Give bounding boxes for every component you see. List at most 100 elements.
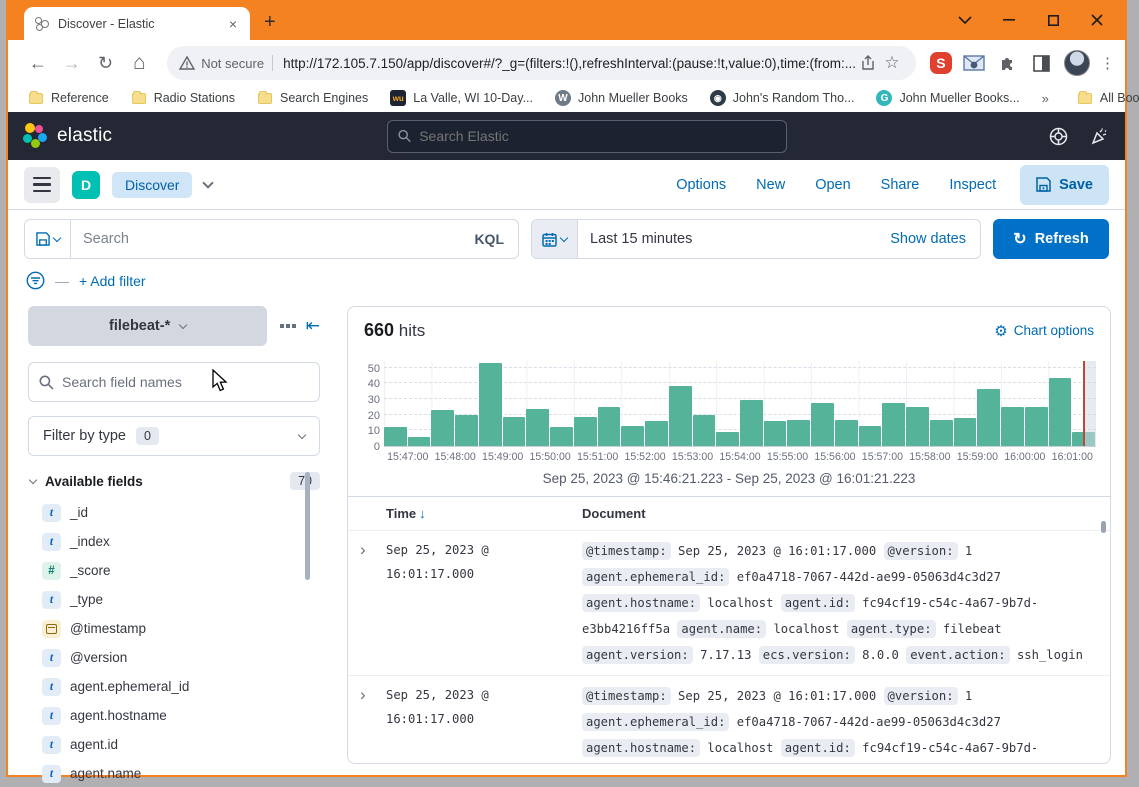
chart-options-button[interactable]: ⚙ Chart options (994, 322, 1094, 340)
menu-hamburger-icon[interactable] (24, 167, 60, 203)
expand-row-icon[interactable]: › (360, 538, 386, 668)
histogram-bar[interactable] (882, 403, 905, 446)
profile-avatar[interactable] (1064, 50, 1090, 76)
url-bar[interactable]: Not secure http://172.105.7.150/app/disc… (167, 46, 916, 80)
field-search[interactable] (28, 362, 320, 402)
help-icon[interactable] (1049, 127, 1068, 146)
field-item[interactable]: t@version (28, 643, 320, 672)
nav-link-inspect[interactable]: Inspect (949, 177, 996, 193)
field-item[interactable]: @timestamp (28, 614, 320, 643)
field-item[interactable]: #_score (28, 556, 320, 585)
reading-mode-icon[interactable] (1030, 51, 1054, 75)
nav-link-new[interactable]: New (756, 177, 785, 193)
filter-by-type[interactable]: Filter by type 0 (28, 416, 320, 456)
browser-menu-icon[interactable]: ⋮ (1100, 61, 1115, 66)
histogram-bar[interactable] (431, 410, 454, 446)
bookmark-item[interactable]: WJohn Mueller Books (555, 90, 688, 106)
show-dates-link[interactable]: Show dates (890, 231, 980, 247)
back-icon[interactable]: ← (24, 49, 52, 77)
elastic-logo-icon[interactable] (22, 123, 48, 149)
bookmark-star-icon[interactable]: ☆ (880, 51, 904, 75)
nav-link-open[interactable]: Open (815, 177, 850, 193)
breadcrumb-chevron-icon[interactable] (203, 177, 214, 188)
all-bookmarks-button[interactable]: All Bookmarks (1077, 90, 1139, 106)
histogram-bar[interactable] (787, 420, 810, 446)
time-column-header[interactable]: Time↓ (386, 506, 582, 521)
breadcrumb[interactable]: Discover (112, 172, 192, 198)
date-picker-menu-button[interactable] (532, 220, 578, 258)
grammarly-icon[interactable]: S (930, 52, 952, 74)
mail-icon[interactable] (962, 51, 986, 75)
histogram-bar[interactable] (645, 421, 668, 446)
time-range-value[interactable]: Last 15 minutes (578, 231, 890, 247)
histogram-bar[interactable] (977, 389, 1000, 446)
histogram-bar[interactable] (1049, 378, 1072, 446)
newsfeed-icon[interactable] (1090, 127, 1109, 146)
histogram-bar[interactable] (669, 386, 692, 446)
field-item[interactable]: t_type (28, 585, 320, 614)
bookmark-item[interactable]: ◉John's Random Tho... (710, 90, 855, 106)
histogram-bar[interactable] (503, 417, 526, 446)
histogram-bar[interactable] (598, 407, 621, 446)
histogram-bar[interactable] (1025, 407, 1048, 446)
save-button[interactable]: Save (1020, 165, 1109, 205)
nav-link-options[interactable]: Options (676, 177, 726, 193)
browser-tab[interactable]: Discover - Elastic × (24, 7, 250, 40)
url-text[interactable]: http://172.105.7.150/app/discover#/?_g=(… (283, 56, 856, 71)
histogram-bar[interactable] (408, 437, 431, 446)
field-item[interactable]: t_id (28, 498, 320, 527)
puzzle-icon[interactable] (996, 51, 1020, 75)
tab-close-icon[interactable]: × (224, 15, 242, 33)
histogram-bar[interactable] (550, 427, 573, 446)
reload-icon[interactable]: ↻ (92, 49, 120, 77)
histogram-bar[interactable] (526, 409, 549, 446)
collapse-sidebar-icon[interactable]: ⇤ (306, 316, 320, 336)
nav-link-share[interactable]: Share (881, 177, 920, 193)
index-pattern-selector[interactable]: filebeat-* (28, 306, 267, 346)
global-search[interactable] (387, 120, 787, 153)
saved-query-menu-button[interactable] (25, 220, 71, 258)
field-item[interactable]: tagent.id (28, 730, 320, 759)
new-tab-button[interactable]: + (264, 11, 276, 34)
histogram-bar[interactable] (764, 421, 787, 446)
field-item[interactable]: tagent.name (28, 759, 320, 787)
bookmarks-overflow-icon[interactable]: » (1042, 91, 1049, 106)
table-scrollbar[interactable] (1101, 521, 1106, 533)
bookmark-item[interactable]: Reference (28, 90, 109, 106)
histogram-bar[interactable] (906, 407, 929, 446)
space-badge[interactable]: D (72, 171, 100, 199)
close-window-button[interactable] (1075, 5, 1119, 35)
forward-icon[interactable]: → (58, 49, 86, 77)
histogram-bar[interactable] (621, 426, 644, 446)
share-icon[interactable] (856, 51, 880, 75)
bookmark-item[interactable]: Radio Stations (131, 90, 235, 106)
minimize-button[interactable] (987, 5, 1031, 35)
add-filter-link[interactable]: + Add filter (79, 273, 146, 289)
bookmark-item[interactable]: GJohn Mueller Books... (876, 90, 1019, 106)
histogram-bar[interactable] (859, 426, 882, 446)
histogram-bar[interactable] (716, 432, 739, 446)
filter-menu-icon[interactable] (26, 271, 45, 290)
histogram-bar[interactable] (693, 415, 716, 446)
query-search-input[interactable] (71, 231, 460, 247)
home-icon[interactable]: ⌂ (125, 49, 153, 77)
histogram-bar[interactable] (384, 427, 407, 446)
field-search-input[interactable] (62, 374, 309, 390)
histogram-plot[interactable] (384, 361, 1096, 447)
refresh-button[interactable]: ↻ Refresh (993, 219, 1109, 259)
global-search-input[interactable] (419, 128, 776, 144)
sidebar-scrollbar[interactable] (305, 472, 310, 580)
field-item[interactable]: t_index (28, 527, 320, 556)
histogram-bar[interactable] (811, 403, 834, 446)
histogram-bar[interactable] (930, 420, 953, 446)
histogram-bar[interactable] (954, 418, 977, 446)
histogram-bar[interactable] (1001, 407, 1024, 446)
expand-row-icon[interactable]: › (360, 683, 386, 764)
field-item[interactable]: tagent.hostname (28, 701, 320, 730)
chrome-chevron-icon[interactable] (943, 5, 987, 35)
field-options-icon[interactable] (280, 324, 296, 328)
histogram-bar[interactable] (574, 417, 597, 446)
available-fields-header[interactable]: Available fields 70 (28, 472, 320, 490)
histogram-bar[interactable] (479, 363, 502, 446)
histogram-bar[interactable] (740, 400, 763, 446)
